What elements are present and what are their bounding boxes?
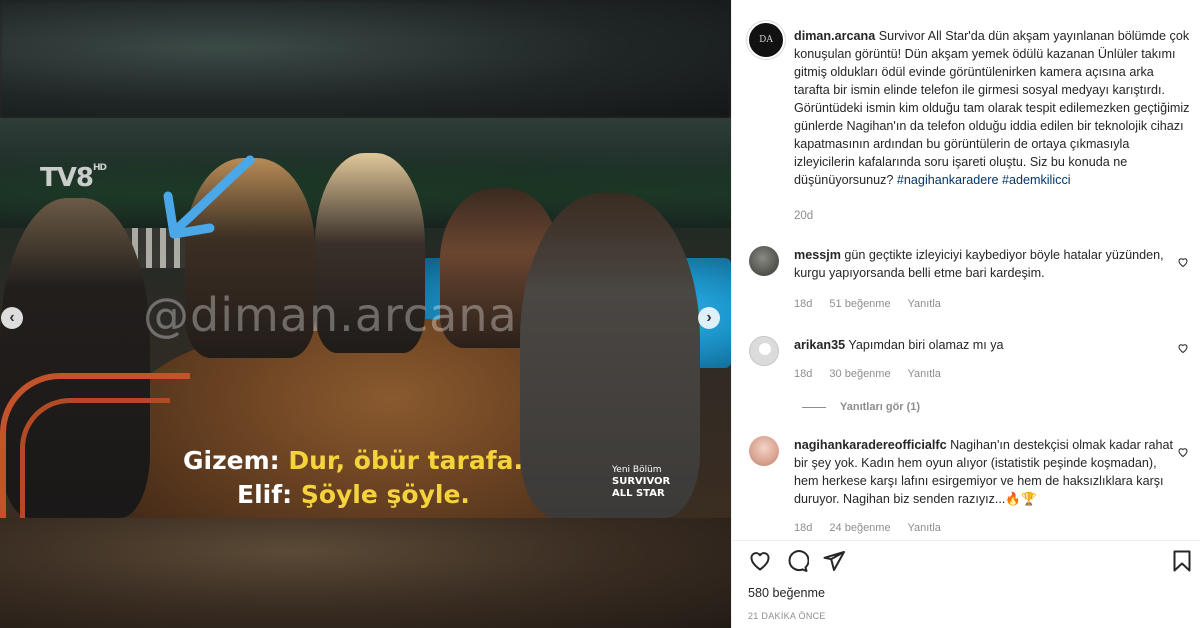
heart-shape	[750, 552, 770, 571]
action-bar	[732, 540, 1200, 580]
next-arrow-icon[interactable]: ›	[698, 307, 720, 329]
brand-title-1: SURVIVOR	[612, 476, 671, 487]
heart-icon[interactable]	[1177, 256, 1189, 271]
reply-button[interactable]: Yanıtla	[907, 368, 940, 380]
view-replies-label: Yanıtları gör (1)	[840, 401, 921, 413]
bookmark-path	[1173, 550, 1191, 572]
hashtag-link[interactable]: #nagihankaradere	[897, 173, 999, 187]
subtitle-speaker: Elif:	[237, 480, 293, 509]
comment-meta: 18d 51 beğenme Yanıtla	[794, 298, 955, 310]
bookmark-icon[interactable]	[1170, 549, 1194, 573]
comment-time: 18d	[794, 522, 813, 534]
subtitle-text: Dur, öbür tarafa.	[288, 446, 523, 475]
heart-outline	[1178, 258, 1188, 268]
video-frame[interactable]: TV8HD @diman.arcana Gizem: Dur, öbür tar…	[0, 118, 731, 518]
person-figure	[520, 193, 700, 518]
replies-divider	[802, 406, 826, 408]
plane-shape	[823, 551, 845, 571]
share-icon[interactable]	[822, 549, 846, 573]
view-replies-button[interactable]: Yanıtları gör (1)	[802, 401, 920, 413]
comment-likes[interactable]: 24 beğenme	[829, 522, 890, 534]
caption-time: 20d	[794, 210, 814, 222]
likes-count[interactable]: 580 beğenme	[748, 586, 825, 600]
watermark-text: @diman.arcana	[143, 288, 518, 342]
subtitle-line-2: Elif: Şöyle şöyle.	[237, 480, 470, 509]
post-media[interactable]: TV8HD @diman.arcana Gizem: Dur, öbür tar…	[0, 0, 731, 628]
comment-text: arikan35 Yapımdan biri olamaz mı ya	[794, 336, 1184, 354]
like-heart	[750, 552, 770, 571]
comment-username[interactable]: messjm	[794, 248, 841, 262]
reply-button[interactable]: Yanıtla	[907, 522, 940, 534]
comment-text: nagihankaradereofficialfc Nagihan'ın des…	[794, 436, 1184, 508]
heart-shape	[1178, 448, 1188, 458]
comment-body: gün geçtikte izleyiciyi kaybediyor böyle…	[794, 248, 1164, 280]
hashtag-link[interactable]: #ademkilicci	[1002, 173, 1071, 187]
avatar[interactable]: DA	[749, 23, 783, 57]
share-plane	[823, 551, 845, 571]
subtitle-text: Şöyle şöyle.	[300, 480, 470, 509]
previous-arrow-icon[interactable]: ‹	[1, 307, 23, 329]
chair-frame	[20, 398, 170, 518]
heart-outline	[1178, 344, 1188, 354]
comment-likes[interactable]: 30 beğenme	[829, 368, 890, 380]
comment-username[interactable]: nagihankaradereofficialfc	[794, 438, 947, 452]
avatar[interactable]	[749, 436, 779, 466]
bubble-shape	[788, 550, 810, 572]
heart-icon[interactable]	[748, 549, 772, 573]
arrow-shaft	[175, 155, 255, 231]
channel-logo: TV8HD	[40, 163, 107, 193]
comment-meta: 18d 24 beğenme Yanıtla	[794, 522, 955, 534]
blurred-background-top	[0, 0, 731, 118]
post-caption: diman.arcana Survivor All Star'da dün ak…	[794, 27, 1192, 189]
reply-button[interactable]: Yanıtla	[907, 298, 940, 310]
comment-username[interactable]: arikan35	[794, 338, 845, 352]
comment-bubble	[788, 550, 810, 572]
comment-text: messjm gün geçtikte izleyiciyi kaybediyo…	[794, 246, 1184, 282]
avatar[interactable]	[749, 336, 779, 366]
bookmark-shape	[1173, 550, 1191, 572]
heart-outline	[1178, 448, 1188, 458]
post-details-panel: DA diman.arcana Survivor All Star'da dün…	[731, 0, 1200, 628]
post-timestamp: 21 DAKİKA ÖNCE	[748, 611, 826, 621]
heart-shape	[1178, 258, 1188, 268]
avatar[interactable]	[749, 246, 779, 276]
comment-meta: 18d 30 beğenme Yanıtla	[794, 368, 955, 380]
post-username[interactable]: diman.arcana	[794, 29, 875, 43]
comment-time: 18d	[794, 298, 813, 310]
blurred-background-bottom	[0, 518, 731, 628]
comment-icon[interactable]	[785, 549, 810, 573]
comment-likes[interactable]: 51 beğenme	[829, 298, 890, 310]
heart-icon[interactable]	[1177, 446, 1189, 461]
comment-body: Yapımdan biri olamaz mı ya	[848, 338, 1004, 352]
brand-small: Yeni Bölüm	[612, 465, 662, 475]
comment-time: 18d	[794, 368, 813, 380]
blue-arrow-annotation	[163, 155, 255, 239]
subtitle-line-1: Gizem: Dur, öbür tarafa.	[183, 446, 523, 475]
caption-text: Survivor All Star'da dün akşam yayınlana…	[794, 29, 1190, 187]
show-brand: Yeni Bölüm SURVIVOR ALL STAR	[612, 464, 670, 500]
heart-icon[interactable]	[1177, 342, 1189, 357]
subtitle-speaker: Gizem:	[183, 446, 280, 475]
brand-title-2: ALL STAR	[612, 488, 665, 499]
heart-shape	[1178, 344, 1188, 354]
